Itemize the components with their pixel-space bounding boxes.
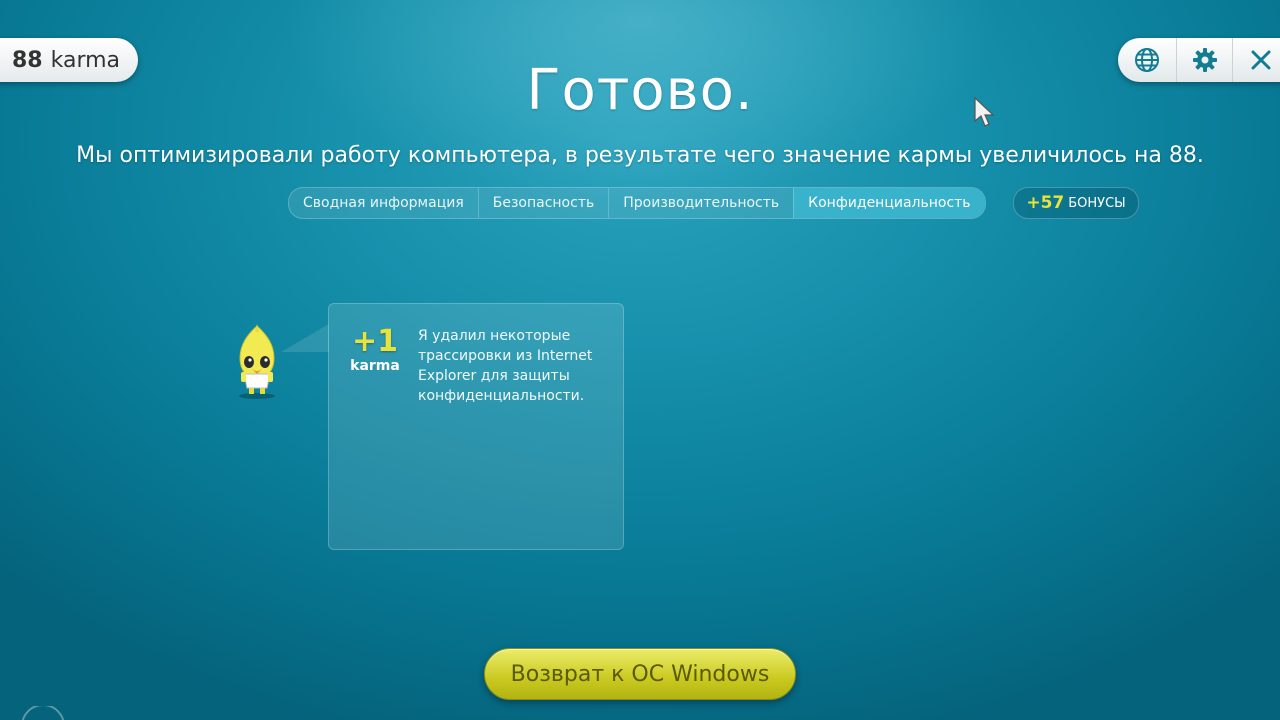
return-to-windows-button[interactable]: Возврат к ОС Windows (484, 648, 796, 700)
corner-decoration (21, 706, 65, 720)
tab-security[interactable]: Безопасность (477, 188, 608, 218)
speech-bubble: +1 karma Я удалил некоторые трассировки … (328, 303, 624, 550)
category-tabs: Сводная информация Безопасность Производ… (288, 187, 986, 219)
speech-bubble-tail (281, 324, 329, 352)
mascot-icon (239, 324, 275, 399)
tab-performance[interactable]: Производительность (608, 188, 793, 218)
tab-privacy[interactable]: Конфиденциальность (793, 188, 985, 218)
return-button-label: Возврат к ОС Windows (510, 661, 770, 687)
bonus-label: БОНУСЫ (1068, 195, 1126, 211)
tab-summary[interactable]: Сводная информация (289, 188, 478, 218)
page-title: Готово. (526, 58, 754, 123)
message-text: Я удалил некоторые трассировки из Intern… (418, 328, 593, 404)
karma-points: +1 (351, 324, 398, 359)
page-subtitle: Мы оптимизировали работу компьютера, в р… (76, 143, 1204, 168)
mouse-cursor-icon (974, 97, 995, 127)
bonus-button[interactable]: +57 БОНУСЫ (1013, 187, 1139, 219)
bonus-value: +57 (1026, 193, 1065, 213)
karma-points-label: karma (350, 358, 400, 374)
